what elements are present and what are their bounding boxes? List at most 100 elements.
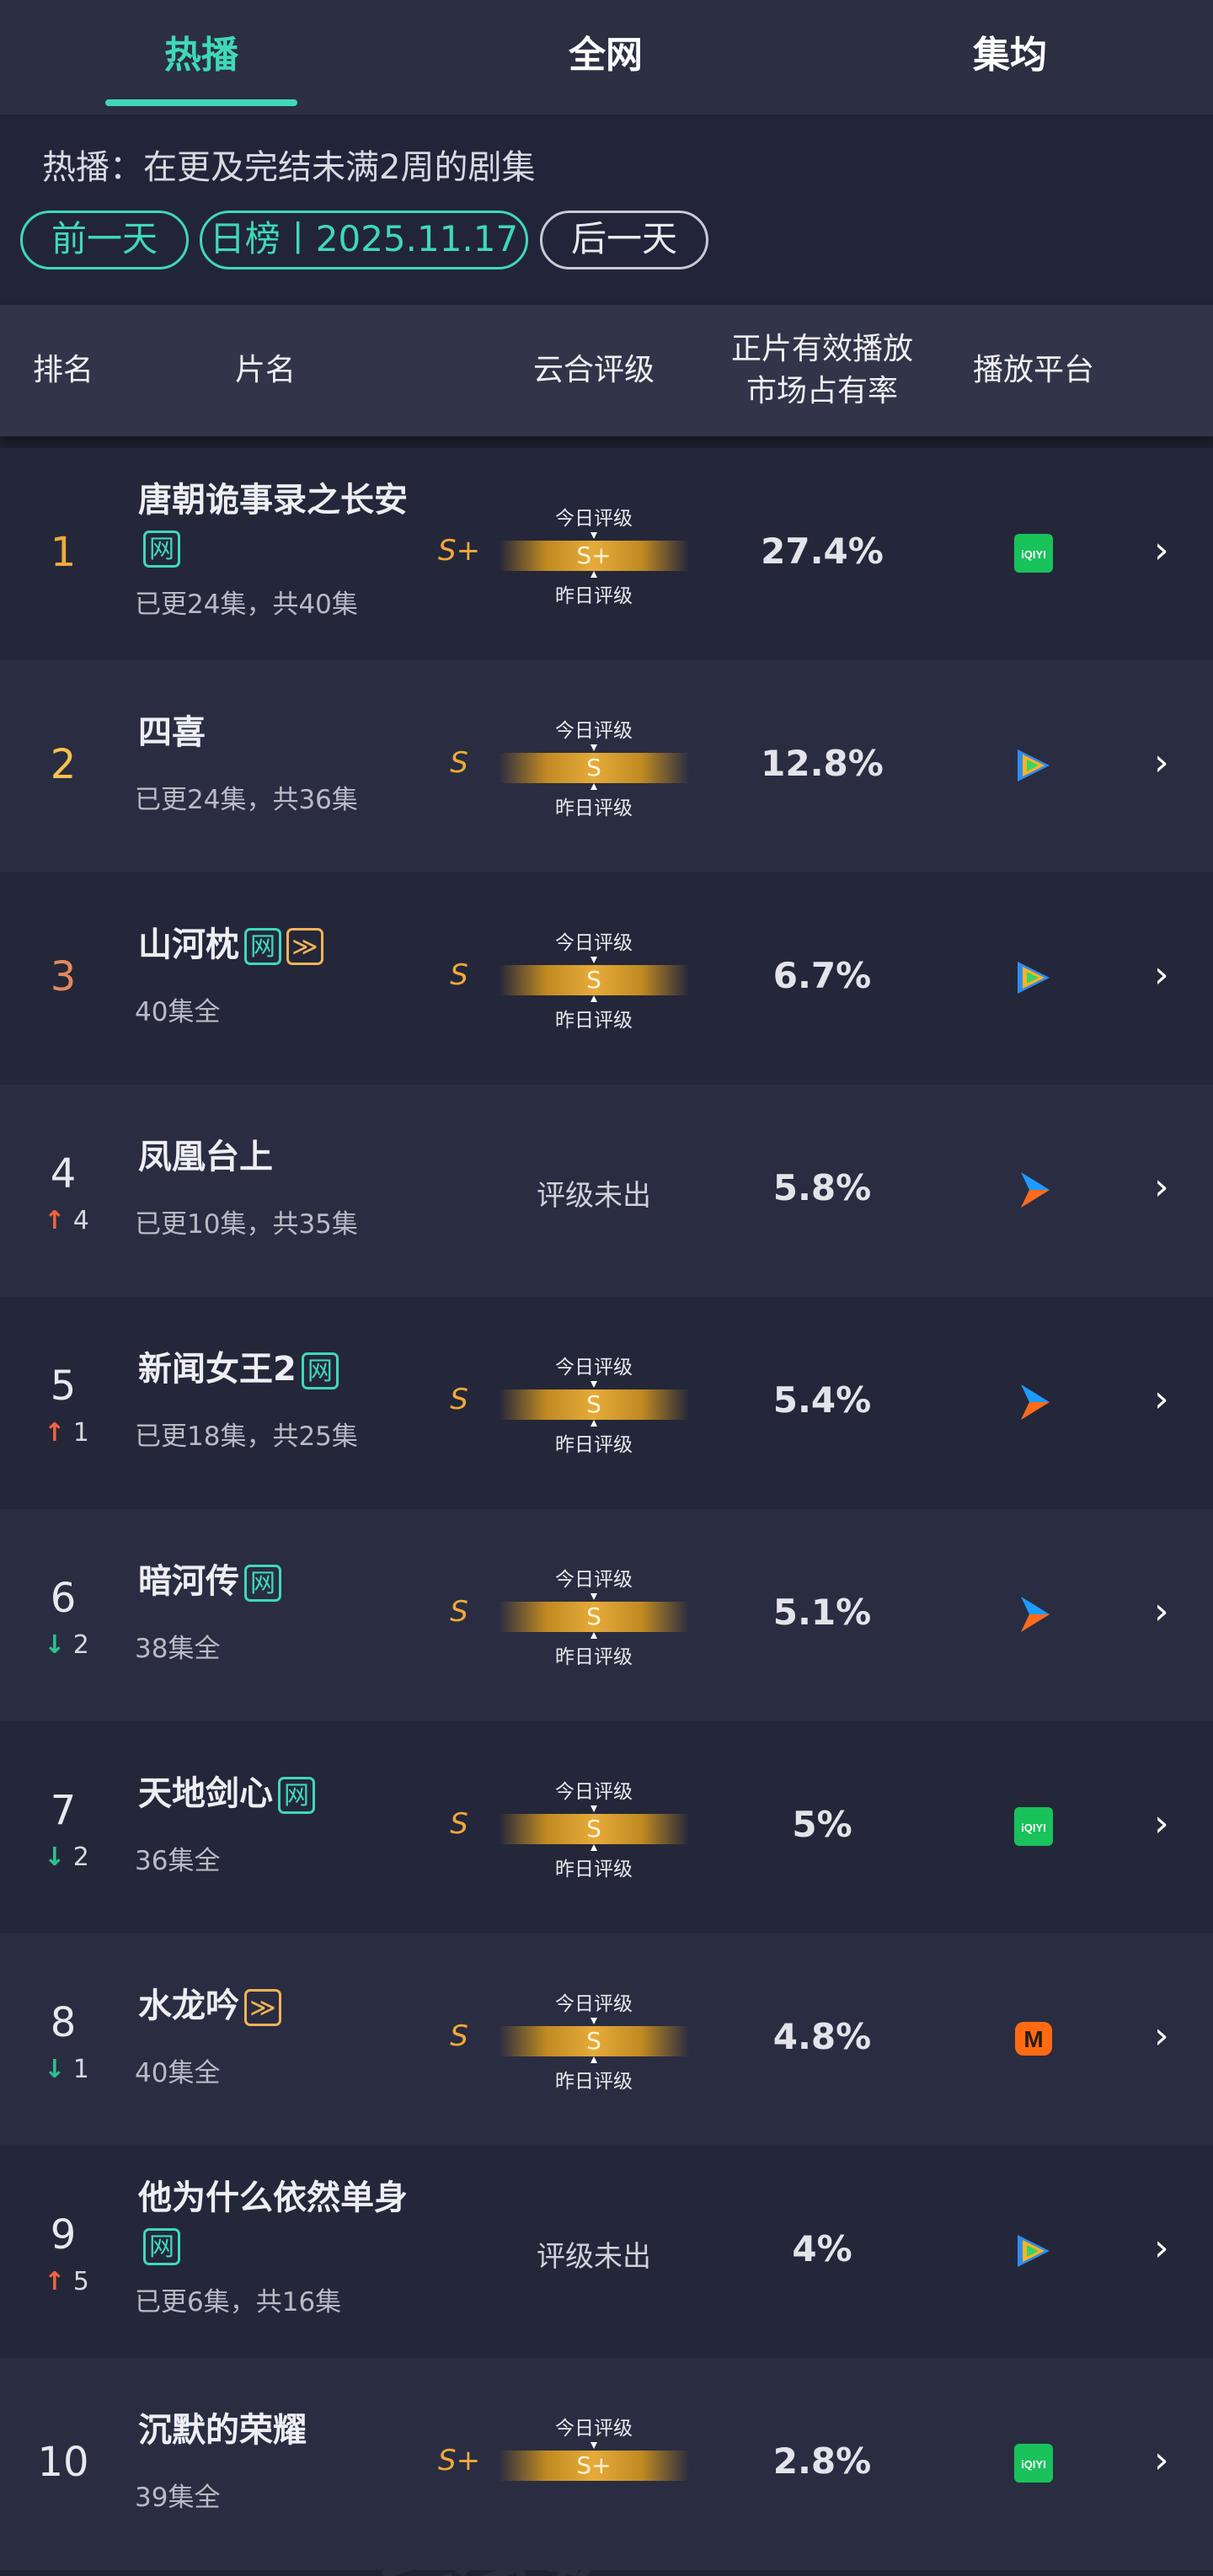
drama-title-text: 他为什么依然单身 bbox=[138, 2179, 408, 2217]
arrow-down-icon: ↓ bbox=[44, 1630, 66, 1660]
table-row[interactable]: 9 ↑ 5 他为什么依然单身网 已更6集，共16集 评级未出 4% › bbox=[0, 2146, 1213, 2358]
table-row[interactable]: 5 ↑ 1 新闻女王2 网已更18集，共25集 S 今日评级 S 昨日评级 5.4% › bbox=[0, 1297, 1213, 1509]
today-grade-caption: 今日评级 bbox=[555, 720, 633, 742]
episode-status: 已更6集，共16集 bbox=[135, 2287, 342, 2317]
chevron-right-icon[interactable]: › bbox=[1154, 741, 1179, 784]
tab-per-episode[interactable]: 集均 bbox=[884, 0, 1136, 115]
table-row[interactable]: 7 ↓ 2 天地剑心网 36集全 S 今日评级 S 昨日评级 5% iQIYI › bbox=[0, 1721, 1213, 1933]
drama-title[interactable]: 山河枕网 ≫ bbox=[138, 921, 416, 968]
today-grade-caption: 今日评级 bbox=[555, 1781, 633, 1803]
table-row[interactable]: 10 沉默的荣耀 39集全 S+ 今日评级 S+ 2.8% iQIYI › bbox=[0, 2358, 1213, 2570]
chevron-right-icon[interactable]: › bbox=[1154, 1165, 1179, 1208]
column-platform: 播放平台 bbox=[972, 353, 1094, 387]
grade-label: S bbox=[450, 958, 468, 992]
episode-status: 36集全 bbox=[135, 1846, 221, 1876]
table-row[interactable]: 6 ↓ 2 暗河传网 38集全 S 今日评级 S 昨日评级 5.1% › bbox=[0, 1509, 1213, 1721]
drama-title[interactable]: 沉默的荣耀 bbox=[138, 2407, 416, 2454]
episode-status: 40集全 bbox=[135, 997, 221, 1027]
market-share: 12.8% bbox=[761, 743, 884, 784]
drama-title[interactable]: 四喜 bbox=[138, 709, 416, 756]
chevron-right-icon[interactable]: › bbox=[1154, 529, 1179, 572]
youku-platform-icon bbox=[1013, 1169, 1055, 1211]
rank-change-value: 1 bbox=[72, 2055, 89, 2084]
fast-forward-badge-icon: ≫ bbox=[244, 1989, 281, 2026]
column-share-line2: 市场占有率 bbox=[745, 374, 898, 408]
yesterday-marker-icon bbox=[590, 1420, 597, 1427]
today-grade-caption: 今日评级 bbox=[555, 1357, 633, 1379]
market-share: 27.4% bbox=[761, 531, 884, 572]
table-row[interactable]: 4 ↑ 4 凤凰台上 已更10集，共35集 评级未出 5.8% › bbox=[0, 1085, 1213, 1297]
table-row[interactable]: 2 四喜 已更24集，共36集 S 今日评级 S 昨日评级 12.8% › bbox=[0, 660, 1213, 872]
yesterday-marker-icon bbox=[590, 1844, 597, 1851]
chevron-right-icon[interactable]: › bbox=[1154, 2014, 1179, 2057]
market-share: 4.8% bbox=[772, 2016, 872, 2057]
chevron-right-icon[interactable]: › bbox=[1154, 2227, 1179, 2269]
tab-hot[interactable]: 热播 bbox=[75, 0, 328, 115]
grade-bar: 今日评级 S 昨日评级 bbox=[499, 1351, 689, 1456]
grade-bar: 今日评级 S 昨日评级 bbox=[499, 1563, 689, 1668]
drama-title[interactable]: 新闻女王2 网 bbox=[138, 1346, 416, 1393]
youku-platform-icon bbox=[1013, 1381, 1055, 1423]
rank-number: 4 bbox=[50, 1150, 77, 1197]
today-grade-value: S bbox=[586, 1603, 601, 1630]
arrow-down-icon: ↓ bbox=[44, 2055, 66, 2084]
table-row[interactable]: 1 唐朝诡事录之长安网 已更24集，共40集 S+ 今日评级 S+ 昨日评级 27.4% iQI… bbox=[0, 448, 1213, 660]
grade-gradient: S bbox=[499, 2026, 689, 2056]
drama-title-text: 暗河传 bbox=[138, 1562, 239, 1601]
svg-text:iQIYI: iQIYI bbox=[1021, 548, 1046, 561]
rank-number: 6 bbox=[50, 1575, 77, 1622]
rank-change: ↑ 5 bbox=[37, 2267, 96, 2296]
yesterday-grade-caption: 昨日评级 bbox=[555, 585, 633, 607]
drama-title[interactable]: 水龙吟 ≫ bbox=[138, 1982, 416, 2029]
table-row[interactable]: 8 ↓ 1 水龙吟 ≫ 40集全 S 今日评级 S 昨日评级 4.8% M › bbox=[0, 1933, 1213, 2146]
chevron-right-icon[interactable]: › bbox=[1154, 953, 1179, 996]
drama-title-text: 四喜 bbox=[138, 713, 206, 752]
svg-text:iQIYI: iQIYI bbox=[1021, 1821, 1046, 1834]
rank-change-value: 4 bbox=[72, 1206, 89, 1235]
drama-title[interactable]: 他为什么依然单身网 bbox=[138, 2174, 416, 2269]
yesterday-grade-caption: 昨日评级 bbox=[555, 797, 633, 819]
tencent-platform-icon bbox=[1013, 744, 1055, 787]
drama-title-text: 凤凰台上 bbox=[138, 1138, 273, 1176]
episode-status: 39集全 bbox=[135, 2483, 221, 2513]
arrow-up-icon: ↑ bbox=[44, 1206, 66, 1235]
rank-change-value: 2 bbox=[72, 1843, 89, 1872]
today-grade-value: S+ bbox=[576, 2451, 612, 2479]
chevron-right-icon[interactable]: › bbox=[1154, 1802, 1179, 1845]
chevron-right-icon[interactable]: › bbox=[1154, 1590, 1179, 1633]
arrow-down-icon: ↓ bbox=[44, 1843, 66, 1872]
chevron-right-icon[interactable]: › bbox=[1154, 2439, 1179, 2482]
today-marker-icon bbox=[590, 1381, 597, 1388]
rank-change-value: 5 bbox=[72, 2267, 89, 2296]
grade-bar: 今日评级 S 昨日评级 bbox=[499, 926, 689, 1032]
tencent-platform-icon bbox=[1013, 2230, 1055, 2272]
drama-title[interactable]: 唐朝诡事录之长安网 bbox=[138, 477, 416, 571]
yesterday-grade-caption: 昨日评级 bbox=[555, 1434, 633, 1456]
web-drama-badge: 网 bbox=[244, 928, 281, 965]
rank-number: 8 bbox=[50, 1999, 77, 2046]
rank-change-value: 2 bbox=[72, 1630, 89, 1660]
iqiyi-platform-icon: iQIYI bbox=[1013, 1805, 1055, 1848]
next-day-button[interactable]: 后一天 bbox=[540, 211, 708, 269]
grade-label: S bbox=[450, 1807, 468, 1841]
chevron-right-icon[interactable]: › bbox=[1154, 1378, 1179, 1421]
column-grade: 云合评级 bbox=[532, 353, 655, 387]
drama-title[interactable]: 暗河传网 bbox=[138, 1558, 416, 1605]
table-header: 排名 片名 云合评级 正片有效播放 市场占有率 播放平台 bbox=[0, 305, 1213, 436]
tab-all-network[interactable]: 全网 bbox=[479, 0, 732, 115]
today-marker-icon bbox=[590, 957, 597, 963]
drama-title[interactable]: 天地剑心网 bbox=[138, 1770, 416, 1817]
today-grade-value: S bbox=[586, 754, 601, 781]
today-grade-caption: 今日评级 bbox=[555, 2418, 633, 2440]
rank-number: 5 bbox=[50, 1363, 77, 1410]
market-share: 4% bbox=[792, 2228, 852, 2269]
today-grade-value: S bbox=[586, 2027, 601, 2055]
today-grade-caption: 今日评级 bbox=[555, 508, 633, 530]
prev-day-button[interactable]: 前一天 bbox=[20, 211, 189, 269]
table-row[interactable]: 3 山河枕网 ≫ 40集全 S 今日评级 S 昨日评级 6.7% › bbox=[0, 872, 1213, 1085]
drama-title[interactable]: 凤凰台上 bbox=[138, 1133, 416, 1181]
today-grade-caption: 今日评级 bbox=[555, 1993, 633, 2015]
rank-number: 9 bbox=[50, 2211, 77, 2259]
current-date-button[interactable]: 日榜丨2025.11.17 bbox=[200, 211, 528, 269]
grade-gradient: S+ bbox=[499, 2451, 689, 2481]
